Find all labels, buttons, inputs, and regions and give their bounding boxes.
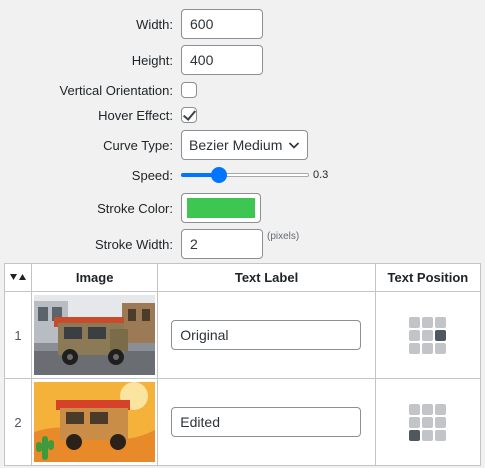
position-cell-6[interactable] [409, 342, 421, 354]
vertical-orientation-label: Vertical Orientation: [59, 82, 173, 98]
table-header-row: Image Text Label Text Position [3, 263, 482, 292]
position-cell-4[interactable] [422, 416, 434, 428]
height-input[interactable]: 400 [181, 45, 263, 75]
hover-effect-row: Hover Effect: [0, 107, 485, 123]
position-cell-5[interactable] [435, 329, 447, 341]
label-cell: Original [157, 291, 376, 379]
stroke-color-label: Stroke Color: [97, 200, 173, 216]
position-cell [374, 378, 482, 466]
position-cell-1[interactable] [422, 316, 434, 328]
stroke-width-input[interactable]: 2 [181, 229, 263, 259]
position-cell-3[interactable] [409, 329, 421, 341]
hover-effect-label: Hover Effect: [98, 107, 173, 123]
curve-type-label: Curve Type: [103, 137, 173, 153]
position-cell-2[interactable] [435, 403, 447, 415]
curve-type-value: Bezier Medium [189, 137, 283, 153]
label-cell: Edited [157, 378, 376, 466]
vertical-orientation-checkbox[interactable] [181, 82, 197, 98]
row-number: 2 [3, 378, 33, 466]
stroke-width-row: Stroke Width: 2 (pixels) [0, 229, 485, 259]
position-cell-8[interactable] [435, 342, 447, 354]
sort-arrows-icon[interactable] [9, 272, 27, 282]
vertical-orientation-row: Vertical Orientation: [0, 82, 485, 98]
stroke-color-row: Stroke Color: [0, 193, 485, 223]
edited-image-thumbnail[interactable] [34, 382, 156, 462]
stroke-color-picker[interactable] [181, 193, 261, 223]
position-cell-7[interactable] [422, 342, 434, 354]
position-cell-5[interactable] [435, 416, 447, 428]
position-cell-3[interactable] [409, 416, 421, 428]
position-cell-7[interactable] [422, 429, 434, 441]
table-row: 1 Original [3, 291, 482, 379]
width-row: Width: 600 [0, 9, 485, 39]
table-row: 2 Edited [3, 378, 482, 466]
position-cell-6[interactable] [409, 429, 421, 441]
chevron-down-icon [288, 142, 300, 149]
stroke-width-unit-hint: (pixels) [267, 231, 300, 242]
curve-type-row: Curve Type: Bezier Medium [0, 130, 485, 160]
speed-slider[interactable] [181, 167, 309, 183]
stroke-width-label: Stroke Width: [94, 236, 173, 252]
text-position-picker[interactable] [409, 316, 447, 354]
image-cell [31, 378, 159, 466]
position-cell-2[interactable] [435, 316, 447, 328]
text-label-input[interactable]: Edited [171, 407, 362, 437]
original-image-thumbnail[interactable] [34, 295, 156, 375]
width-input[interactable]: 600 [181, 9, 263, 39]
image-cell [31, 291, 159, 379]
row-number: 1 [3, 291, 33, 379]
header-text-position: Text Position [374, 263, 482, 292]
height-row: Height: 400 [0, 45, 485, 75]
sort-handle-header[interactable] [3, 263, 33, 292]
height-label: Height: [131, 52, 173, 68]
width-label: Width: [136, 16, 173, 32]
header-image: Image [31, 263, 159, 292]
speed-row: Speed: 0.3 [0, 167, 485, 183]
position-cell-1[interactable] [422, 403, 434, 415]
color-swatch [187, 198, 255, 218]
image-table: Image Text Label Text Position 1 Origina… [3, 263, 482, 466]
speed-label: Speed: [131, 167, 173, 183]
hover-effect-checkbox[interactable] [181, 107, 197, 123]
speed-value: 0.3 [313, 169, 329, 181]
curve-type-select[interactable]: Bezier Medium [181, 130, 308, 160]
position-cell-0[interactable] [409, 316, 421, 328]
header-text-label: Text Label [157, 263, 376, 292]
slider-thumb[interactable] [211, 167, 228, 183]
position-cell-8[interactable] [435, 429, 447, 441]
position-cell-0[interactable] [409, 403, 421, 415]
text-label-input[interactable]: Original [171, 320, 362, 350]
position-cell-4[interactable] [422, 329, 434, 341]
text-position-picker[interactable] [409, 403, 447, 441]
position-cell [374, 291, 482, 379]
